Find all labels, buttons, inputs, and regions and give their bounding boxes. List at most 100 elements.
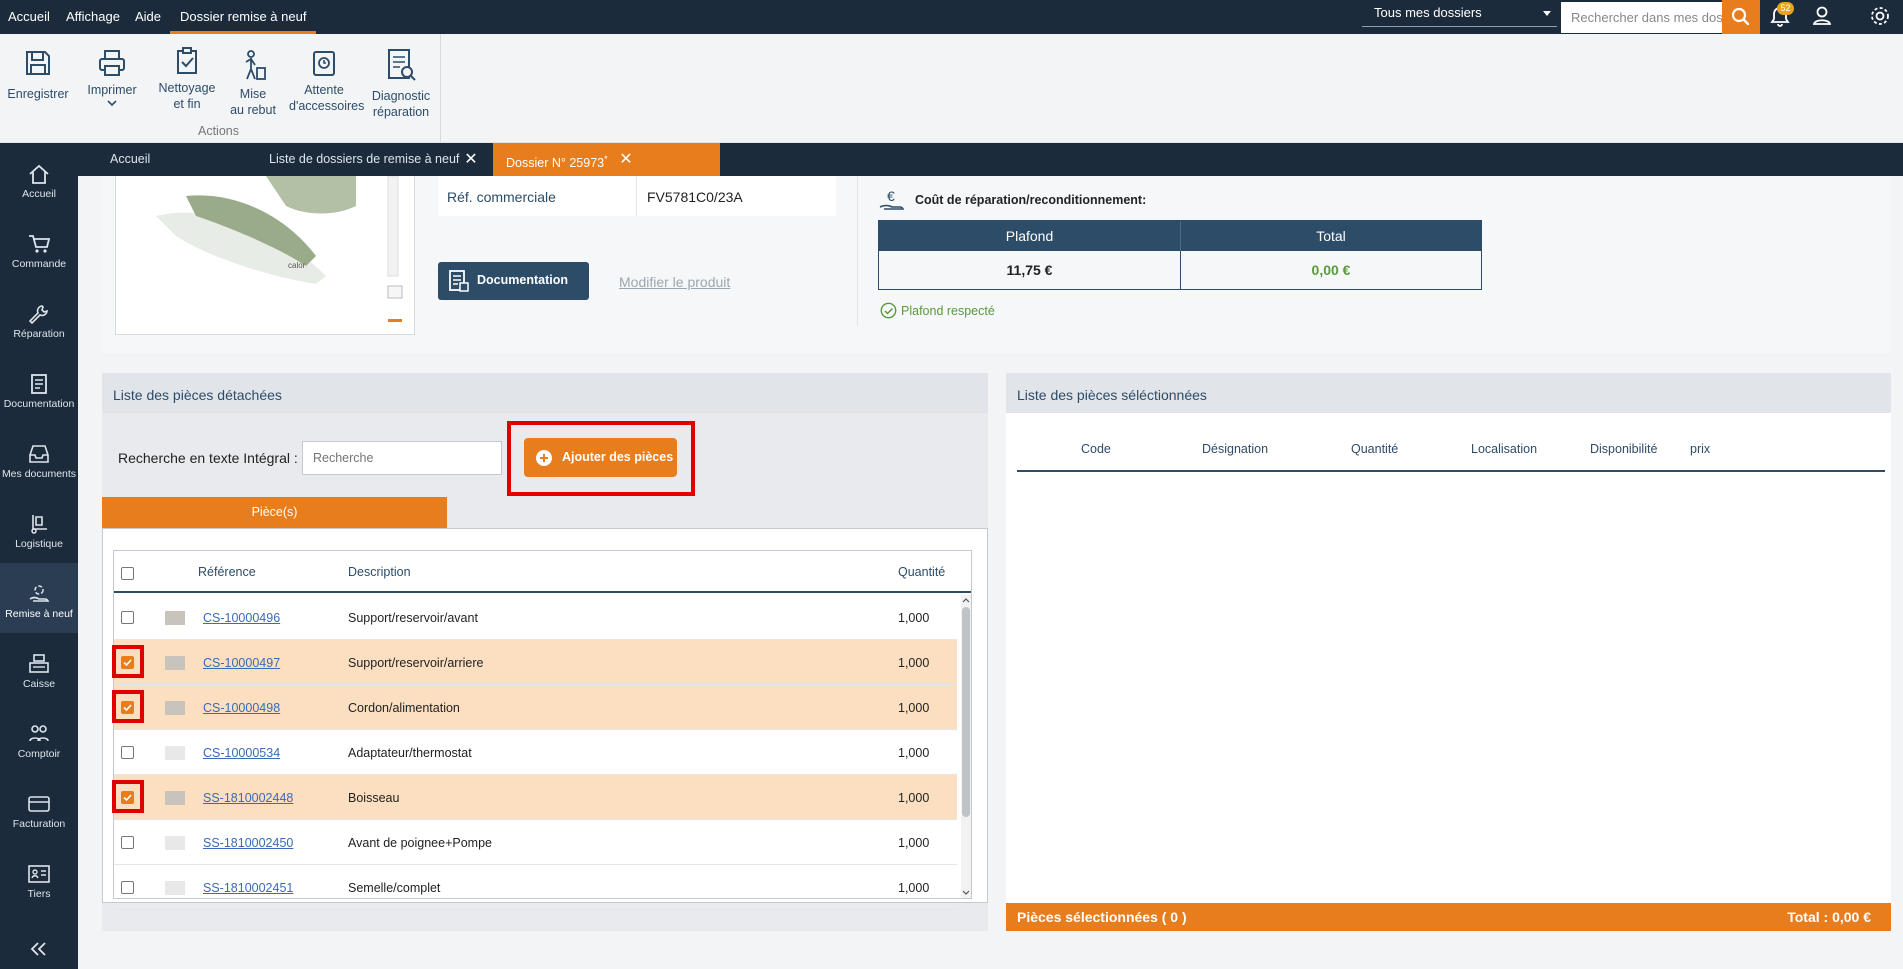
col-code: Code xyxy=(1081,442,1111,456)
part-quantity: 1,000 xyxy=(898,701,930,715)
grid-scrollbar[interactable] xyxy=(961,595,971,898)
commercial-ref-row: Réf. commerciale FV5781C0/23A xyxy=(438,176,836,216)
row-checkbox[interactable] xyxy=(121,746,134,759)
image-placeholder-icon xyxy=(165,836,185,850)
checkmark-icon xyxy=(123,704,132,712)
waiting-accessories-button[interactable]: Attente d'accessoires xyxy=(289,48,364,114)
table-row[interactable]: SS-1810002450 Avant de poignee+Pompe 1,000 xyxy=(114,820,957,865)
sidebar-item-label: Documentation xyxy=(3,398,75,410)
part-description: Semelle/complet xyxy=(348,881,441,895)
tab-pieces[interactable]: Pièce(s) xyxy=(102,497,447,528)
collapse-sidebar-button[interactable] xyxy=(28,940,50,958)
sidebar-item-documentation[interactable]: Documentation xyxy=(0,353,78,423)
part-reference-link[interactable]: CS-10000498 xyxy=(203,701,280,715)
row-checkbox[interactable] xyxy=(121,836,134,849)
menu-accueil[interactable]: Accueil xyxy=(8,0,50,34)
hand-truck-icon xyxy=(31,515,47,534)
add-parts-button[interactable]: Ajouter des pièces xyxy=(524,438,677,477)
sidebar-item-label: Remise à neuf xyxy=(5,608,73,620)
sidebar-item-tiers[interactable]: Tiers xyxy=(0,843,78,913)
row-checkbox[interactable] xyxy=(121,701,134,714)
save-label: Enregistrer xyxy=(7,87,69,101)
cleaning-button[interactable]: Nettoyage et fin xyxy=(156,46,218,112)
sidebar-item-comptoir[interactable]: Comptoir xyxy=(0,703,78,773)
inbox-icon xyxy=(29,445,49,463)
row-checkbox[interactable] xyxy=(121,791,134,804)
svg-text:calor: calor xyxy=(288,261,306,270)
menu-aide[interactable]: Aide xyxy=(135,0,161,34)
table-row[interactable]: SS-1810002448 Boisseau 1,000 xyxy=(112,775,957,820)
sidebar-item-label: Logistique xyxy=(15,538,63,550)
scroll-down-icon[interactable] xyxy=(961,888,971,898)
selected-count: Pièces sélectionnées ( 0 ) xyxy=(1017,909,1187,925)
part-reference-link[interactable]: SS-1810002451 xyxy=(203,881,293,895)
part-reference-link[interactable]: CS-10000496 xyxy=(203,611,280,625)
sidebar-item-accueil[interactable]: Accueil xyxy=(0,143,78,213)
ribbon-separator xyxy=(440,34,441,142)
image-placeholder-icon xyxy=(165,746,185,760)
scrap-button[interactable]: Mise au rebut xyxy=(228,50,278,118)
sidebar-item-caisse[interactable]: Caisse xyxy=(0,633,78,703)
document-icon xyxy=(449,270,469,292)
table-row[interactable]: CS-10000497 Support/reservoir/arriere 1,00… xyxy=(112,640,957,685)
sidebar-item-facturation[interactable]: Facturation xyxy=(0,773,78,843)
modify-product-link[interactable]: Modifier le produit xyxy=(619,274,730,290)
sidebar-item-remise-a-neuf[interactable]: Remise à neuf xyxy=(0,563,78,633)
add-parts-label: Ajouter des pièces xyxy=(562,450,674,464)
settings-button[interactable] xyxy=(1862,0,1898,34)
save-button[interactable]: Enregistrer xyxy=(7,48,69,102)
scroll-up-icon[interactable] xyxy=(961,595,971,605)
repair-cost-title: Coût de réparation/reconditionnement: xyxy=(915,193,1147,207)
caret-down-icon xyxy=(1543,11,1551,16)
people-icon xyxy=(29,725,49,742)
table-row[interactable]: CS-10000534 Adaptateur/thermostat 1,000 xyxy=(114,730,957,775)
global-search-input[interactable] xyxy=(1561,2,1723,33)
menu-affichage[interactable]: Affichage xyxy=(66,0,120,34)
sidebar-item-logistique[interactable]: Logistique xyxy=(0,493,78,563)
table-row[interactable]: CS-10000496 Support/reservoir/avant 1,000 xyxy=(114,595,957,640)
table-row[interactable]: SS-1810002451 Semelle/complet 1,000 xyxy=(114,865,957,910)
select-all-checkbox[interactable] xyxy=(121,567,134,580)
part-reference-link[interactable]: SS-1810002448 xyxy=(203,791,293,805)
user-button[interactable] xyxy=(1804,0,1840,34)
folder-filter-select[interactable]: Tous mes dossiers xyxy=(1362,1,1557,27)
part-quantity: 1,000 xyxy=(898,746,930,760)
full-text-search-input[interactable] xyxy=(302,441,502,475)
sidebar-item-mes-documents[interactable]: Mes documents xyxy=(0,423,78,493)
part-reference-link[interactable]: SS-1810002450 xyxy=(203,836,293,850)
row-checkbox[interactable] xyxy=(121,611,134,624)
sidebar-item-commande[interactable]: Commande xyxy=(0,213,78,283)
row-checkbox[interactable] xyxy=(121,881,134,894)
hand-recycle-icon xyxy=(29,585,50,602)
part-reference-link[interactable]: CS-10000497 xyxy=(203,656,280,670)
print-button[interactable]: Imprimer xyxy=(84,48,140,112)
tab-dossier-25973[interactable]: Dossier N° 25973* xyxy=(493,143,720,176)
selected-total: Total : 0,00 € xyxy=(1787,909,1871,925)
menu-dossier-remise-a-neuf[interactable]: Dossier remise à neuf xyxy=(170,0,317,34)
part-quantity: 1,000 xyxy=(898,836,930,850)
plafond-status-text: Plafond respecté xyxy=(901,304,995,318)
part-thumbnail xyxy=(165,656,185,670)
sidebar-item-label: Comptoir xyxy=(17,748,61,760)
search-button[interactable] xyxy=(1722,0,1760,34)
scrollbar-thumb[interactable] xyxy=(962,607,970,817)
unsaved-marker: * xyxy=(604,154,608,164)
documentation-button[interactable]: Documentation xyxy=(438,262,589,300)
close-tab-icon[interactable]: ✕ xyxy=(461,143,481,176)
euro-hand-icon: € xyxy=(879,188,905,210)
diagnostic-button[interactable]: Diagnostic réparation xyxy=(369,48,433,120)
search-icon xyxy=(1731,7,1750,26)
close-tab-icon[interactable]: ✕ xyxy=(616,143,636,176)
sidebar-item-label: Commande xyxy=(11,258,67,270)
commercial-ref-label: Réf. commerciale xyxy=(447,189,556,205)
sidebar-item-label: Accueil xyxy=(22,188,56,200)
cleaning-label: Nettoyage et fin xyxy=(158,81,216,111)
document-icon xyxy=(31,374,47,394)
tab-accueil[interactable]: Accueil xyxy=(110,143,150,176)
part-quantity: 1,000 xyxy=(898,656,930,670)
row-checkbox[interactable] xyxy=(121,656,134,669)
part-reference-link[interactable]: CS-10000534 xyxy=(203,746,280,760)
sidebar-item-reparation[interactable]: Réparation xyxy=(0,283,78,353)
tab-liste-dossiers[interactable]: Liste de dossiers de remise à neuf xyxy=(269,143,459,176)
table-row[interactable]: CS-10000498 Cordon/alimentation 1,000 xyxy=(112,685,957,730)
